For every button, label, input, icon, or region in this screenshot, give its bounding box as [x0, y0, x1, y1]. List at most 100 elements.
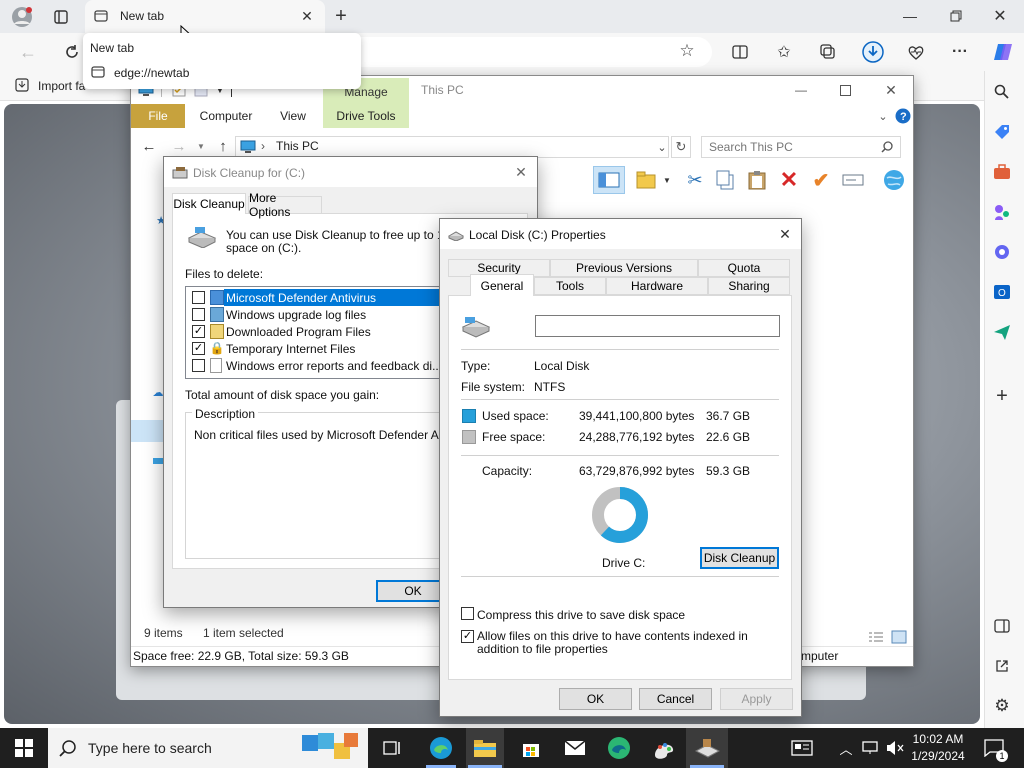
show-hidden-icons-icon[interactable]: ︿: [838, 738, 854, 758]
list-item[interactable]: ✓ 🔒 Temporary Internet Files: [186, 340, 442, 357]
tab-sharing[interactable]: Sharing: [708, 277, 790, 295]
downloads-icon[interactable]: [860, 39, 886, 65]
ribbon-collapse-icon[interactable]: ⌄: [875, 108, 891, 124]
list-item[interactable]: Windows error reports and feedback di...: [186, 357, 442, 374]
copy-icon[interactable]: [713, 168, 737, 192]
open-dropdown-icon[interactable]: ▼: [661, 172, 673, 188]
close-tab-icon[interactable]: ✕: [298, 7, 316, 25]
properties-ok-button[interactable]: OK: [559, 688, 632, 710]
new-tab-icon[interactable]: +: [330, 4, 352, 28]
file-checkbox[interactable]: [192, 359, 205, 372]
task-view-icon[interactable]: [378, 734, 406, 762]
tab-more-options[interactable]: More Options: [248, 191, 322, 219]
sidebar-add-icon[interactable]: +: [990, 384, 1014, 408]
tab-quota[interactable]: Quota: [698, 259, 790, 277]
ribbon-tab-computer[interactable]: Computer: [193, 104, 259, 128]
start-windows-icon[interactable]: [0, 728, 48, 768]
explorer-minimize-icon[interactable]: —: [791, 81, 811, 99]
volume-muted-icon[interactable]: [884, 738, 906, 758]
close-window-icon[interactable]: ✕: [990, 4, 1010, 28]
taskbar-mail-icon[interactable]: [558, 732, 592, 764]
favorites-icon[interactable]: ✩: [772, 40, 796, 64]
file-checkbox[interactable]: ✓: [192, 325, 205, 338]
import-favorites-link[interactable]: Import fa: [38, 79, 85, 93]
compress-checkbox[interactable]: [461, 607, 474, 620]
tab-previous-versions[interactable]: Previous Versions: [550, 259, 698, 277]
settings-gear-icon[interactable]: ⚙: [990, 694, 1014, 718]
restore-icon[interactable]: [946, 4, 966, 28]
games-icon[interactable]: [990, 200, 1014, 224]
minimize-icon[interactable]: —: [900, 4, 920, 28]
breadcrumb[interactable]: This PC: [276, 139, 319, 153]
tab-hardware[interactable]: Hardware: [606, 277, 708, 295]
details-view-icon[interactable]: [868, 631, 884, 643]
nav-back-icon[interactable]: ←: [139, 136, 159, 156]
ribbon-tab-view[interactable]: View: [269, 104, 317, 128]
taskbar-edge-icon[interactable]: [424, 730, 458, 766]
properties-close-icon[interactable]: ✕: [776, 225, 794, 243]
explorer-maximize-icon[interactable]: [835, 81, 855, 99]
tools-icon[interactable]: [990, 160, 1014, 184]
properties-cancel-button[interactable]: Cancel: [639, 688, 712, 710]
external-link-icon[interactable]: [990, 654, 1014, 678]
explorer-search-icon[interactable]: [879, 139, 895, 155]
open-folder-icon[interactable]: [635, 168, 659, 192]
split-screen-icon[interactable]: [728, 40, 752, 64]
profile-avatar[interactable]: [8, 4, 36, 30]
list-item[interactable]: Windows upgrade log files: [186, 306, 442, 323]
disk-cleanup-button[interactable]: Disk Cleanup: [700, 547, 779, 569]
checkmark-icon[interactable]: ✔: [809, 168, 833, 192]
tab-disk-cleanup[interactable]: Disk Cleanup: [172, 193, 246, 214]
ribbon-tab-file[interactable]: File: [131, 104, 185, 128]
cut-icon[interactable]: ✂: [683, 168, 707, 192]
send-icon[interactable]: [990, 320, 1014, 344]
network-globe-icon[interactable]: [881, 168, 907, 192]
taskbar-paint-icon[interactable]: [646, 732, 680, 764]
paste-icon[interactable]: [745, 168, 769, 192]
sidebar-search-icon[interactable]: [990, 80, 1014, 104]
shopping-tag-icon[interactable]: [990, 120, 1014, 144]
outlook-icon[interactable]: O: [990, 280, 1014, 304]
taskbar-explorer-icon[interactable]: [468, 732, 502, 764]
news-widget-icon[interactable]: [788, 736, 816, 760]
file-checkbox[interactable]: [192, 291, 205, 304]
performance-icon[interactable]: [904, 40, 928, 64]
clock-time[interactable]: 10:02 AM: [910, 732, 966, 746]
list-item[interactable]: Microsoft Defender Antivirus: [186, 289, 442, 306]
recent-locations-icon[interactable]: ▼: [195, 138, 207, 154]
nav-up-icon[interactable]: ↑: [213, 136, 233, 156]
clock-date[interactable]: 1/29/2024: [910, 749, 966, 763]
back-icon[interactable]: ←: [16, 40, 40, 64]
taskbar-edge-dev-icon[interactable]: [602, 732, 636, 764]
rename-icon[interactable]: [841, 168, 865, 192]
more-menu-icon[interactable]: ···: [948, 40, 972, 64]
collections-icon[interactable]: [816, 40, 840, 64]
ribbon-tab-drive-tools[interactable]: Drive Tools: [323, 104, 409, 128]
copilot-sidebar-icon[interactable]: [990, 240, 1014, 264]
volume-label-input[interactable]: [535, 315, 780, 337]
index-checkbox[interactable]: ✓: [461, 630, 474, 643]
cleanup-close-icon[interactable]: ✕: [512, 163, 530, 181]
search-highlight-puzzle-icon[interactable]: [298, 730, 362, 766]
file-checkbox[interactable]: [192, 308, 205, 321]
network-tray-icon[interactable]: [860, 738, 880, 758]
taskbar-disk-cleanup-icon[interactable]: [690, 732, 724, 764]
address-dropdown-icon[interactable]: ⌄: [655, 138, 669, 156]
properties-apply-button[interactable]: Apply: [720, 688, 793, 710]
file-checkbox[interactable]: ✓: [192, 342, 205, 355]
delete-icon[interactable]: ✕: [777, 167, 801, 192]
list-item[interactable]: ✓ Downloaded Program Files: [186, 323, 442, 340]
tab-tools[interactable]: Tools: [534, 277, 606, 295]
nav-forward-icon[interactable]: →: [169, 136, 189, 156]
nav-selected-this-pc[interactable]: [131, 420, 165, 442]
favorite-star-icon[interactable]: ☆: [676, 40, 698, 62]
sidebar-panel-icon[interactable]: [990, 614, 1014, 638]
tab-actions-icon[interactable]: [48, 4, 74, 30]
tab-general[interactable]: General: [470, 274, 534, 296]
copilot-icon[interactable]: [990, 39, 1016, 65]
help-icon[interactable]: ?: [895, 108, 911, 124]
taskbar-store-icon[interactable]: [514, 732, 548, 764]
explorer-close-icon[interactable]: ✕: [881, 81, 901, 99]
large-icons-view-icon[interactable]: [891, 630, 907, 644]
refresh-icon[interactable]: [60, 40, 84, 64]
